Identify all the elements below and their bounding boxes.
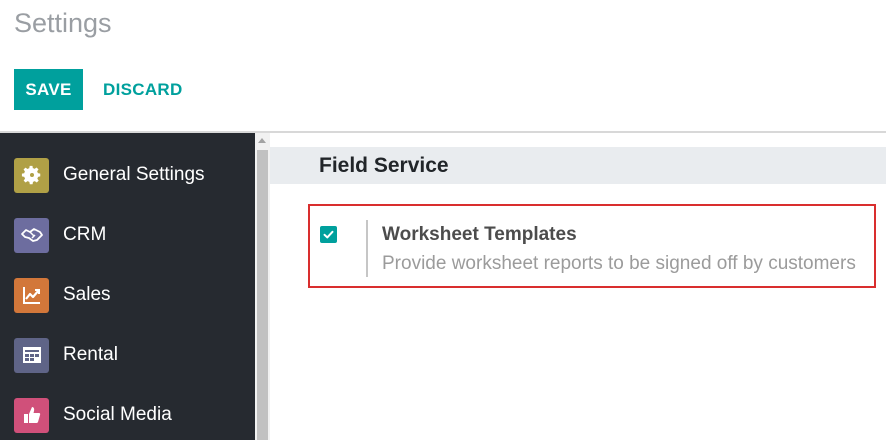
sidebar-item-rental[interactable]: Rental <box>0 326 255 384</box>
thumbs-up-icon <box>14 397 49 433</box>
section-title: Field Service <box>319 154 449 177</box>
control-panel: Settings SAVE DISCARD <box>0 0 886 131</box>
gear-icon <box>14 157 49 193</box>
setting-divider <box>366 220 368 277</box>
scroll-up-arrow-icon[interactable] <box>258 138 266 143</box>
sidebar-item-social-media[interactable]: Social Media <box>0 386 255 444</box>
save-button[interactable]: SAVE <box>14 69 83 110</box>
sidebar-item-label: Rental <box>63 344 118 365</box>
handshake-icon <box>14 217 49 253</box>
setting-worksheet-templates: Worksheet Templates Provide worksheet re… <box>308 204 876 288</box>
sidebar-item-sales[interactable]: Sales <box>0 266 255 324</box>
scroll-thumb[interactable] <box>257 150 268 440</box>
sidebar-scrollbar[interactable] <box>255 133 270 440</box>
section-header: Field Service <box>270 147 886 184</box>
sidebar-item-general-settings[interactable]: General Settings <box>0 146 255 204</box>
sidebar-item-label: Sales <box>63 284 111 305</box>
discard-button[interactable]: DISCARD <box>103 69 183 110</box>
page-title: Settings <box>14 8 112 38</box>
sidebar-item-label: CRM <box>63 224 107 245</box>
setting-title: Worksheet Templates <box>382 224 577 245</box>
worksheet-templates-checkbox[interactable] <box>320 226 337 243</box>
setting-description: Provide worksheet reports to be signed o… <box>382 253 856 274</box>
chart-icon <box>14 277 49 313</box>
sidebar-item-crm[interactable]: CRM <box>0 206 255 264</box>
sidebar-item-label: Social Media <box>63 404 172 425</box>
sidebar-item-label: General Settings <box>63 164 205 185</box>
checkmark-icon <box>323 230 334 239</box>
calendar-grid-icon <box>14 337 49 373</box>
settings-sidebar: General Settings CRM Sales Rental Social… <box>0 133 255 440</box>
settings-content: Field Service Worksheet Templates Provid… <box>270 133 886 440</box>
